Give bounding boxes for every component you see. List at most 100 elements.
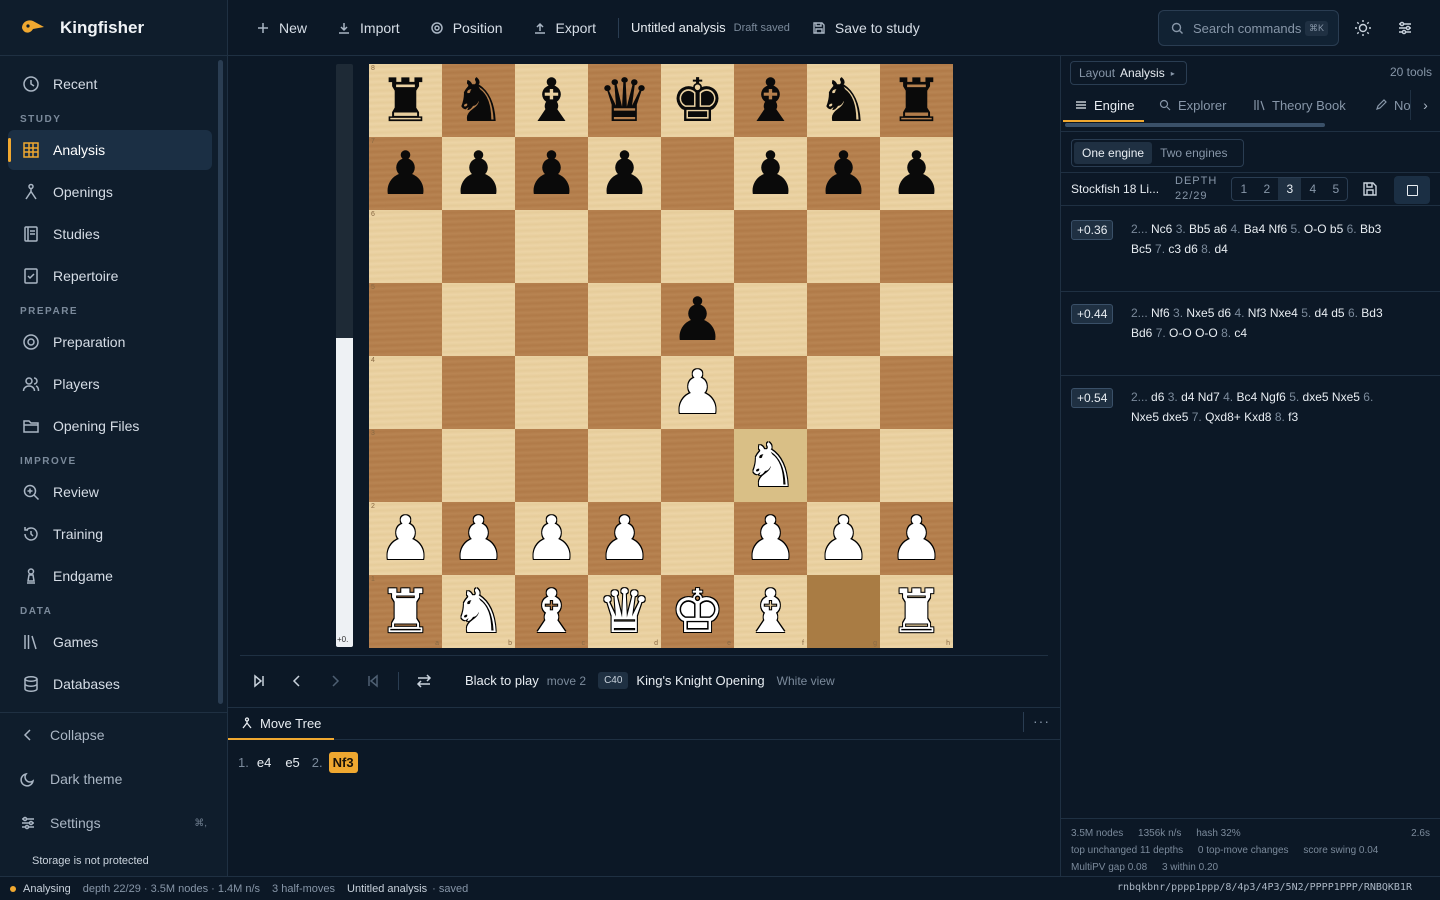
- white-pawn-icon[interactable]: ♟: [452, 509, 506, 569]
- position-button[interactable]: Position: [430, 20, 503, 36]
- square-b4[interactable]: [442, 356, 515, 429]
- black-knight-icon[interactable]: ♞: [817, 71, 871, 131]
- pv-move[interactable]: a6: [1214, 222, 1227, 236]
- skip-to-start-icon[interactable]: [364, 672, 382, 690]
- pv-move[interactable]: d4: [1315, 306, 1328, 320]
- sidebar-item-opening-files[interactable]: Opening Files: [8, 406, 212, 446]
- settings-button[interactable]: Settings ⌘,: [0, 801, 227, 845]
- chess-board[interactable]: 8 ♜ ♞ ♝ ♛ ♚ ♝ ♞ ♜ 7 ♟ ♟ ♟ ♟ ♟ ♟ ♟ 6 5 ♟ 4 ♟ 3 ♞ 2 ♟ ♟ ♟ ♟ ♟ ♟ ♟ 1 a ♜ b ♞ c ♝ d…: [369, 64, 953, 648]
- pv-move[interactable]: Ba4: [1244, 222, 1265, 236]
- square-f2[interactable]: ♟: [734, 502, 807, 575]
- square-b7[interactable]: ♟: [442, 137, 515, 210]
- sidebar-scrollbar[interactable]: [218, 60, 223, 704]
- black-pawn-icon[interactable]: ♟: [598, 144, 652, 204]
- pv-move[interactable]: O-O: [1195, 326, 1218, 340]
- sidebar-item-endgame[interactable]: Endgame: [8, 556, 212, 596]
- pv-move[interactable]: f3: [1288, 410, 1298, 424]
- square-g5[interactable]: [807, 283, 880, 356]
- square-f3[interactable]: ♞: [734, 429, 807, 502]
- tabs-scrollbar[interactable]: [1065, 123, 1325, 127]
- square-f8[interactable]: ♝: [734, 64, 807, 137]
- square-h6[interactable]: [880, 210, 953, 283]
- tab-engine[interactable]: Engine: [1062, 90, 1146, 122]
- sidebar-item-recent[interactable]: Recent: [8, 64, 212, 104]
- black-pawn-icon[interactable]: ♟: [379, 144, 433, 204]
- square-g8[interactable]: ♞: [807, 64, 880, 137]
- black-rook-icon[interactable]: ♜: [890, 71, 944, 131]
- black-pawn-icon[interactable]: ♟: [817, 144, 871, 204]
- sidebar-item-games[interactable]: Games: [8, 622, 212, 662]
- move-white-1[interactable]: e4: [255, 753, 273, 772]
- engine-line-2[interactable]: +0.44 2... Nf6 3. Nxe5 d6 4. Nf3 Nxe4 5.…: [1061, 292, 1440, 376]
- black-knight-icon[interactable]: ♞: [452, 71, 506, 131]
- white-knight-icon[interactable]: ♞: [744, 436, 798, 496]
- pv-move[interactable]: Qxd8+: [1205, 410, 1241, 424]
- square-h8[interactable]: ♜: [880, 64, 953, 137]
- square-d1[interactable]: d ♛: [588, 575, 661, 648]
- sliders-icon[interactable]: [1396, 19, 1414, 37]
- square-e2[interactable]: [661, 502, 734, 575]
- sidebar-item-studies[interactable]: Studies: [8, 214, 212, 254]
- square-c1[interactable]: c ♝: [515, 575, 588, 648]
- black-king-icon[interactable]: ♚: [671, 71, 725, 131]
- white-knight-icon[interactable]: ♞: [452, 582, 506, 642]
- square-g6[interactable]: [807, 210, 880, 283]
- pv-move[interactable]: dxe5: [1162, 410, 1188, 424]
- pv-move[interactable]: O-O: [1169, 326, 1192, 340]
- white-bishop-icon[interactable]: ♝: [525, 582, 579, 642]
- tab-explorer[interactable]: Explorer: [1159, 90, 1226, 120]
- pv-move[interactable]: Nd7: [1198, 390, 1220, 404]
- sidebar-item-players[interactable]: Players: [8, 364, 212, 404]
- pv-move[interactable]: c3: [1168, 242, 1181, 256]
- white-pawn-icon[interactable]: ♟: [598, 509, 652, 569]
- export-button[interactable]: Export: [533, 20, 596, 36]
- square-e8[interactable]: ♚: [661, 64, 734, 137]
- pv-move[interactable]: d6: [1151, 390, 1164, 404]
- square-c7[interactable]: ♟: [515, 137, 588, 210]
- square-g2[interactable]: ♟: [807, 502, 880, 575]
- square-a1[interactable]: 1 a ♜: [369, 575, 442, 648]
- pv-move[interactable]: c4: [1234, 326, 1247, 340]
- white-pawn-icon[interactable]: ♟: [817, 509, 871, 569]
- square-g1[interactable]: g: [807, 575, 880, 648]
- black-pawn-icon[interactable]: ♟: [744, 144, 798, 204]
- black-pawn-icon[interactable]: ♟: [452, 144, 506, 204]
- square-b3[interactable]: [442, 429, 515, 502]
- black-bishop-icon[interactable]: ♝: [744, 71, 798, 131]
- square-h7[interactable]: ♟: [880, 137, 953, 210]
- square-g7[interactable]: ♟: [807, 137, 880, 210]
- pv-move[interactable]: Nf6: [1269, 222, 1288, 236]
- pv-move[interactable]: Nf3: [1248, 306, 1267, 320]
- pv-move[interactable]: O-O: [1304, 222, 1327, 236]
- pv-move[interactable]: Bb5: [1189, 222, 1210, 236]
- move-white-2-current[interactable]: Nf3: [328, 752, 358, 773]
- skip-to-end-icon[interactable]: [250, 672, 268, 690]
- pv-move[interactable]: Nxe5: [1131, 410, 1159, 424]
- new-button[interactable]: New: [256, 20, 307, 36]
- sidebar-item-preparation[interactable]: Preparation: [8, 322, 212, 362]
- save-to-study-button[interactable]: Save to study: [812, 20, 920, 36]
- more-options-icon[interactable]: ···: [1033, 713, 1050, 729]
- pv-move[interactable]: Ngf6: [1261, 390, 1286, 404]
- square-f1[interactable]: f ♝: [734, 575, 807, 648]
- pv-move[interactable]: Bc5: [1131, 242, 1152, 256]
- pv-move[interactable]: b5: [1330, 222, 1343, 236]
- square-h4[interactable]: [880, 356, 953, 429]
- pv-move[interactable]: d4: [1181, 390, 1194, 404]
- save-icon[interactable]: [1362, 181, 1378, 197]
- sidebar-item-training[interactable]: Training: [8, 514, 212, 554]
- white-pawn-icon[interactable]: ♟: [744, 509, 798, 569]
- sidebar-item-openings[interactable]: Openings: [8, 172, 212, 212]
- pv-move[interactable]: Nc6: [1151, 222, 1172, 236]
- two-engines-option[interactable]: Two engines: [1152, 142, 1235, 164]
- previous-move-icon[interactable]: [288, 672, 306, 690]
- square-a5[interactable]: 5: [369, 283, 442, 356]
- collapse-button[interactable]: Collapse: [0, 713, 227, 757]
- pv-move[interactable]: Kxd8: [1244, 410, 1271, 424]
- multipv-option-3[interactable]: 3: [1278, 178, 1302, 200]
- stop-engine-button[interactable]: [1394, 176, 1430, 204]
- pv-move[interactable]: d4: [1214, 242, 1227, 256]
- square-h3[interactable]: [880, 429, 953, 502]
- square-e3[interactable]: [661, 429, 734, 502]
- one-engine-option[interactable]: One engine: [1074, 142, 1153, 164]
